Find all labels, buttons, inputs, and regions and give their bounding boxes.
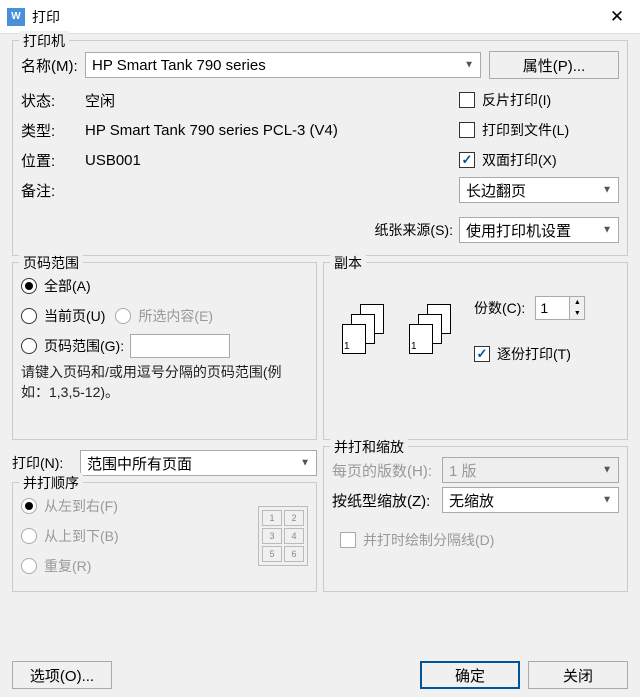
paper-source-value: 使用打印机设置	[466, 220, 571, 241]
print-what-value: 范围中所有页面	[87, 453, 192, 474]
paper-source-select[interactable]: 使用打印机设置 ▼	[459, 217, 619, 243]
flip-value: 长边翻页	[466, 180, 526, 201]
range-hint: 请键入页码和/或用逗号分隔的页码范围(例如：1,3,5-12)。	[21, 363, 308, 402]
inverse-checkbox[interactable]	[459, 92, 475, 108]
scale-label: 按纸型缩放(Z):	[332, 490, 442, 511]
range-current-radio[interactable]	[21, 308, 37, 324]
flip-select[interactable]: 长边翻页 ▼	[459, 177, 619, 203]
duplex-checkbox[interactable]	[459, 152, 475, 168]
inverse-label: 反片打印(I)	[482, 90, 551, 110]
pages-per-sheet-value: 1 版	[449, 460, 477, 481]
print-to-file-checkbox[interactable]	[459, 122, 475, 138]
app-icon: W	[7, 8, 25, 26]
pages-per-sheet-label: 每页的版数(H):	[332, 460, 442, 481]
order-preview: 123456	[258, 506, 308, 566]
type-label: 类型:	[21, 120, 85, 141]
range-current-label: 当前页(U)	[44, 306, 105, 326]
printer-name-value: HP Smart Tank 790 series	[92, 57, 266, 74]
printer-group-title: 打印机	[19, 31, 69, 51]
chevron-down-icon: ▼	[300, 458, 310, 469]
status-value: 空闲	[85, 90, 115, 111]
collate-illustration: 3 2 1	[409, 304, 464, 359]
chevron-down-icon: ▼	[602, 465, 612, 476]
pages-per-sheet-select: 1 版 ▼	[442, 457, 619, 483]
spinner-down-icon[interactable]: ▼	[570, 308, 584, 319]
printer-group: 打印机 名称(M): HP Smart Tank 790 series ▼ 属性…	[12, 40, 628, 256]
range-pages-radio[interactable]	[21, 338, 37, 354]
range-group-title: 页码范围	[19, 253, 83, 273]
collate-illustration: 3 2 1	[342, 304, 397, 359]
printer-name-select[interactable]: HP Smart Tank 790 series ▼	[85, 52, 481, 78]
collate-order-group: 并打顺序 从左到右(F) 从上到下(B) 重复(R) 123456	[12, 482, 317, 592]
close-icon[interactable]: ✕	[594, 0, 640, 34]
scaling-group-title: 并打和缩放	[330, 437, 408, 457]
spinner-up-icon[interactable]: ▲	[570, 297, 584, 308]
chevron-down-icon: ▼	[602, 225, 612, 236]
scaling-group: 并打和缩放 每页的版数(H): 1 版 ▼ 按纸型缩放(Z): 无缩放 ▼	[323, 446, 628, 592]
pages-input[interactable]	[130, 334, 230, 358]
chevron-down-icon: ▼	[464, 60, 474, 71]
ltr-radio	[21, 498, 37, 514]
scale-value: 无缩放	[449, 490, 494, 511]
options-button[interactable]: 选项(O)...	[12, 661, 112, 689]
collate-checkbox[interactable]	[474, 346, 490, 362]
print-what-select[interactable]: 范围中所有页面 ▼	[80, 450, 317, 476]
draw-line-checkbox	[340, 532, 356, 548]
copies-spinner[interactable]: 1 ▲▼	[535, 296, 585, 320]
copies-group-title: 副本	[330, 253, 366, 273]
chevron-down-icon: ▼	[602, 495, 612, 506]
copies-value: 1	[540, 300, 548, 316]
page-range-group: 页码范围 全部(A) 当前页(U) 所选内容(E) 页码范围(G): 请键入页码…	[12, 262, 317, 440]
ltr-label: 从左到右(F)	[44, 496, 118, 516]
where-label: 位置:	[21, 150, 85, 171]
printer-name-label: 名称(M):	[21, 55, 85, 76]
where-value: USB001	[85, 152, 141, 169]
range-all-radio[interactable]	[21, 278, 37, 294]
type-value: HP Smart Tank 790 series PCL-3 (V4)	[85, 122, 338, 139]
collate-label: 逐份打印(T)	[497, 344, 571, 364]
paper-source-label: 纸张来源(S):	[374, 220, 453, 240]
copies-group: 副本 3 2 1 3 2 1	[323, 262, 628, 440]
copies-label: 份数(C):	[474, 298, 525, 318]
range-all-label: 全部(A)	[44, 276, 91, 296]
ttb-radio	[21, 528, 37, 544]
ok-button[interactable]: 确定	[420, 661, 520, 689]
repeat-radio	[21, 558, 37, 574]
comment-label: 备注:	[21, 180, 85, 201]
range-selection-label: 所选内容(E)	[138, 306, 213, 326]
print-to-file-label: 打印到文件(L)	[482, 120, 569, 140]
window-title: 打印	[32, 7, 594, 27]
status-label: 状态:	[21, 90, 85, 111]
ttb-label: 从上到下(B)	[44, 526, 119, 546]
repeat-label: 重复(R)	[44, 556, 91, 576]
print-what-label: 打印(N):	[12, 453, 80, 473]
collate-order-title: 并打顺序	[19, 473, 83, 493]
scale-select[interactable]: 无缩放 ▼	[442, 487, 619, 513]
range-pages-label: 页码范围(G):	[44, 336, 124, 356]
range-selection-radio	[115, 308, 131, 324]
duplex-label: 双面打印(X)	[482, 150, 557, 170]
properties-button[interactable]: 属性(P)...	[489, 51, 619, 79]
close-button[interactable]: 关闭	[528, 661, 628, 689]
chevron-down-icon: ▼	[602, 185, 612, 196]
draw-line-label: 并打时绘制分隔线(D)	[363, 530, 494, 550]
